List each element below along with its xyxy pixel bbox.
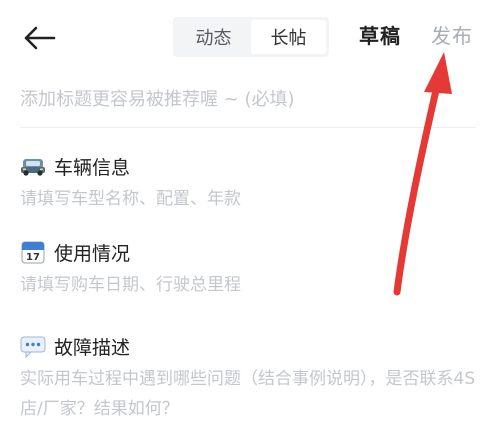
title-input[interactable] (20, 83, 475, 115)
car-icon (20, 153, 46, 179)
top-bar: 动态 长帖 草稿 发布 (0, 0, 497, 76)
speech-bubble-icon (20, 333, 46, 359)
section-title: 使用情况 (54, 242, 131, 265)
section-title: 故障描述 (54, 336, 131, 359)
calendar-icon: 17 (20, 239, 46, 265)
divider (20, 127, 476, 128)
section-vehicle-info[interactable]: 车辆信息 请填写车型名称、配置、年款 (20, 152, 480, 214)
section-hint: 实际用车过程中遇到哪些问题（结合事例说明），是否联系4S店/厂家？结果如何？ (20, 369, 476, 419)
section-header: 车辆信息 (20, 152, 480, 180)
svg-text:17: 17 (26, 252, 40, 263)
draft-button[interactable]: 草稿 (359, 20, 401, 49)
section-header: 17 使用情况 (20, 238, 480, 266)
post-type-switcher: 动态 长帖 (173, 17, 329, 57)
section-title: 车辆信息 (54, 156, 131, 179)
back-arrow-icon (20, 22, 60, 54)
back-button[interactable] (20, 22, 60, 54)
section-hint: 请填写购车日期、行驶总里程 (20, 275, 241, 295)
publish-button[interactable]: 发布 (431, 20, 473, 49)
tab-dynamic[interactable]: 动态 (176, 20, 251, 54)
section-fault-description[interactable]: 故障描述 实际用车过程中遇到哪些问题（结合事例说明），是否联系4S店/厂家？结果… (20, 332, 480, 424)
section-usage[interactable]: 17 使用情况 请填写购车日期、行驶总里程 (20, 238, 480, 300)
tab-long-post[interactable]: 长帖 (251, 20, 326, 54)
section-hint: 请填写车型名称、配置、年款 (20, 189, 241, 209)
section-header: 故障描述 (20, 332, 480, 360)
